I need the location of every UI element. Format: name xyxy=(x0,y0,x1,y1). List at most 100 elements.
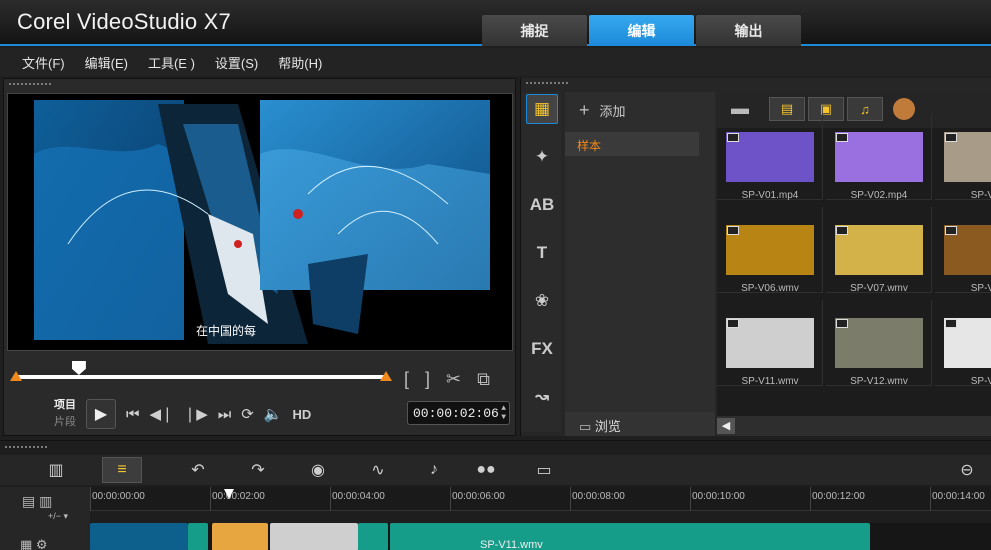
subtitle-editor-icon[interactable]: ▭ xyxy=(524,457,564,483)
mode-project[interactable]: 项目 xyxy=(54,397,76,414)
menu-settings[interactable]: 设置(S) xyxy=(215,53,258,72)
volume-icon[interactable]: 🔈 xyxy=(264,405,283,423)
video-badge-icon xyxy=(727,319,739,328)
thumbnail-image xyxy=(944,132,991,182)
timeline-clip[interactable] xyxy=(212,523,268,550)
track-manager: ▤ ▥ +/− ▾ ▦ ⚙ xyxy=(0,487,90,550)
tab-share[interactable]: 输出 xyxy=(696,15,801,46)
timeline-clip[interactable] xyxy=(270,523,358,550)
menu-file[interactable]: 文件(F) xyxy=(22,53,65,72)
scrub-bar[interactable] xyxy=(16,375,386,379)
ruler-tick: 00:00:02:00 xyxy=(210,487,265,511)
scrub-handle[interactable] xyxy=(71,361,86,375)
mark-buttons: [ ] ✂ ⧉ xyxy=(404,369,490,390)
video-badge-icon xyxy=(836,133,848,142)
folder-sample[interactable]: 样本 xyxy=(565,132,699,156)
ruler-tick: 00:00:12:00 xyxy=(810,487,865,511)
grid-scrollbar[interactable]: ◀ xyxy=(717,416,991,436)
home-icon[interactable]: ⏮ xyxy=(126,406,140,423)
storyboard-icon[interactable]: ▥ xyxy=(36,457,76,483)
undo-icon[interactable]: ↶ xyxy=(178,457,218,483)
menu-edit[interactable]: 编辑(E) xyxy=(85,53,128,72)
text-icon[interactable]: T xyxy=(526,238,558,268)
preview-window[interactable]: 在中国的每 xyxy=(7,93,513,351)
panel-grip[interactable] xyxy=(8,82,52,86)
add-folder-button[interactable]: + 添加 xyxy=(579,100,626,121)
media-thumbnail[interactable]: SP-V06.wmv xyxy=(717,207,823,294)
media-thumbnail[interactable]: SP-V08 xyxy=(935,207,991,294)
scrubber[interactable] xyxy=(10,361,392,389)
tab-edit[interactable]: 编辑 xyxy=(589,15,694,46)
timeline-ruler[interactable]: 00:00:00:00 00:00:02:00 00:00:04:00 00:00:0… xyxy=(90,487,991,511)
media-icon[interactable]: ▦ xyxy=(526,94,558,124)
video-badge-icon xyxy=(945,133,957,142)
record-capture-icon[interactable]: ◉ xyxy=(298,457,338,483)
thumbnail-image xyxy=(726,318,814,368)
ruler-tick: 00:00:08:00 xyxy=(570,487,625,511)
media-grid: ▬ ▤ ▣ ♫ SP-V01.mp4SP-V02.mp4SP-V03SP-V06… xyxy=(717,92,991,436)
video-track-icon[interactable]: ▦ ⚙ xyxy=(20,537,48,550)
play-button[interactable]: ▶ xyxy=(86,399,116,429)
add-remove-track-icon[interactable]: +/− ▾ xyxy=(48,511,68,522)
timeline-clip[interactable] xyxy=(90,523,188,550)
thumbnail-label: SP-V07.wmv xyxy=(850,283,908,294)
thumbnail-label: SP-V12.wmv xyxy=(850,376,908,387)
media-thumbnail[interactable]: SP-V01.mp4 xyxy=(717,114,823,201)
library-folders: + 添加 样本 ▭ 浏览 xyxy=(565,92,715,436)
transition-icon[interactable]: ❀ xyxy=(526,286,558,316)
title-template-icon[interactable]: AB xyxy=(526,190,558,220)
mode-switch[interactable]: 项目 片段 xyxy=(54,397,76,431)
zoom-out-icon[interactable]: ⊖ xyxy=(952,457,982,483)
media-thumbnail[interactable]: SP-V02.mp4 xyxy=(826,114,932,201)
transition-clip[interactable] xyxy=(358,523,388,550)
mode-clip[interactable]: 片段 xyxy=(54,414,76,431)
ruler-tick: 00:00:06:00 xyxy=(450,487,505,511)
timecode-spinner-icon[interactable]: ▲ ▼ xyxy=(501,404,506,422)
thumbnail-label: SP-V11.wmv xyxy=(741,376,799,387)
timecode-value[interactable]: 00:00:02:06 xyxy=(413,406,499,421)
media-thumbnail[interactable]: SP-V11.wmv xyxy=(717,300,823,387)
trim-end-marker[interactable] xyxy=(380,371,392,381)
tab-capture[interactable]: 捕捉 xyxy=(482,15,587,46)
media-thumbnail[interactable]: SP-V03 xyxy=(935,114,991,201)
track-manager-icon[interactable]: ▤ ▥ xyxy=(22,493,52,510)
browse-button[interactable]: ▭ 浏览 xyxy=(565,412,715,436)
hd-preview-button[interactable]: HD xyxy=(293,407,312,422)
thumbnail-image xyxy=(835,225,923,275)
video-caption: 在中国的每 xyxy=(196,324,257,338)
library-panel: ▦ ✦ AB T ❀ FX ↝ + 添加 样本 ▭ 浏览 ▬ ▤ ▣ ♫ SP-… xyxy=(520,78,991,436)
play-icon: ▶ xyxy=(94,406,108,423)
media-thumbnail[interactable]: SP-V07.wmv xyxy=(826,207,932,294)
transition-clip[interactable] xyxy=(188,523,208,550)
fx-icon[interactable]: FX xyxy=(526,334,558,364)
auto-music-icon[interactable]: ♪ xyxy=(414,457,454,483)
panel-grip[interactable] xyxy=(4,445,48,449)
panel-grip[interactable] xyxy=(525,81,569,85)
menu-tools[interactable]: 工具(E ) xyxy=(148,53,195,72)
mark-in-icon[interactable]: [ xyxy=(404,369,409,390)
scroll-left-icon[interactable]: ◀ xyxy=(717,418,735,434)
redo-icon[interactable]: ↷ xyxy=(238,457,278,483)
timecode-field[interactable]: 00:00:02:06 ▲ ▼ xyxy=(407,401,510,425)
media-thumbnail[interactable]: SP-V12.wmv xyxy=(826,300,932,387)
thumbnail-label: SP-V03 xyxy=(970,190,991,201)
next-frame-icon[interactable]: ❘▶ xyxy=(184,405,208,423)
path-icon[interactable]: ↝ xyxy=(526,382,558,412)
instant-project-icon[interactable]: ✦ xyxy=(526,142,558,172)
motion-tracking-icon[interactable]: ●● xyxy=(466,457,506,483)
previous-frame-icon[interactable]: ◀❘ xyxy=(150,405,174,423)
mark-out-icon[interactable]: ] xyxy=(425,369,430,390)
repeat-icon[interactable]: ⟳ xyxy=(241,405,254,423)
sound-mixer-icon[interactable]: ∿ xyxy=(358,457,398,483)
trim-start-marker[interactable] xyxy=(10,371,22,381)
timeline-view-icon[interactable]: ≡ xyxy=(102,457,142,483)
thumbnail-image xyxy=(726,225,814,275)
split-icon[interactable]: ✂ xyxy=(446,369,461,390)
media-thumbnail[interactable]: SP-V13 xyxy=(935,300,991,387)
enlarge-preview-icon[interactable]: ⧉ xyxy=(477,369,490,390)
menu-help[interactable]: 帮助(H) xyxy=(278,53,322,72)
timeline-clip-selected[interactable]: SP-V11.wmv xyxy=(390,523,870,550)
player-panel: 在中国的每 [ ] ✂ ⧉ 项目 片段 ▶ ⏮ ◀❘ ❘▶ ⏭ ⟳ 🔈 HD 0… xyxy=(3,78,516,436)
end-icon[interactable]: ⏭ xyxy=(218,406,232,423)
video-track[interactable]: SP-V11.wmv xyxy=(90,523,991,550)
